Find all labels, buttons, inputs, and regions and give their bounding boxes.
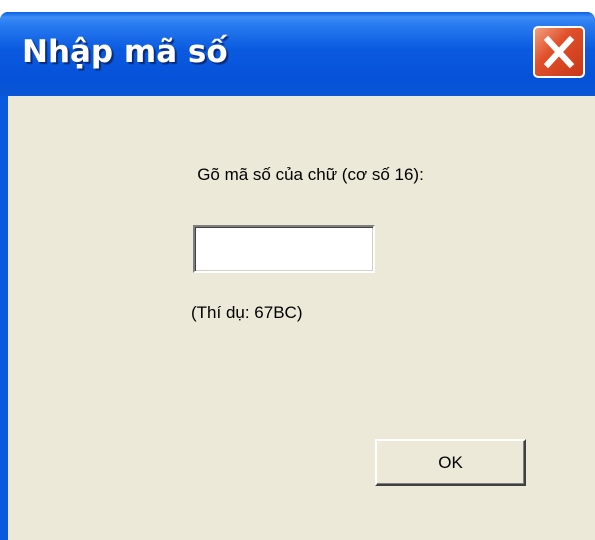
close-icon [543, 35, 575, 69]
prompt-label: Gõ mã số của chữ (cơ số 16): [197, 165, 424, 184]
example-hint: (Thí dụ: 67BC) [191, 303, 303, 322]
dialog-window: Nhập mã số Gõ mã số của chữ (cơ số 16): … [0, 12, 595, 540]
title-bar[interactable]: Nhập mã số [0, 12, 595, 96]
window-title: Nhập mã số [22, 34, 228, 70]
close-button[interactable] [533, 26, 585, 78]
ok-button[interactable]: OK [375, 439, 526, 486]
dialog-body: Gõ mã số của chữ (cơ số 16): (Thí dụ: 67… [8, 96, 595, 540]
code-input[interactable] [193, 225, 375, 273]
